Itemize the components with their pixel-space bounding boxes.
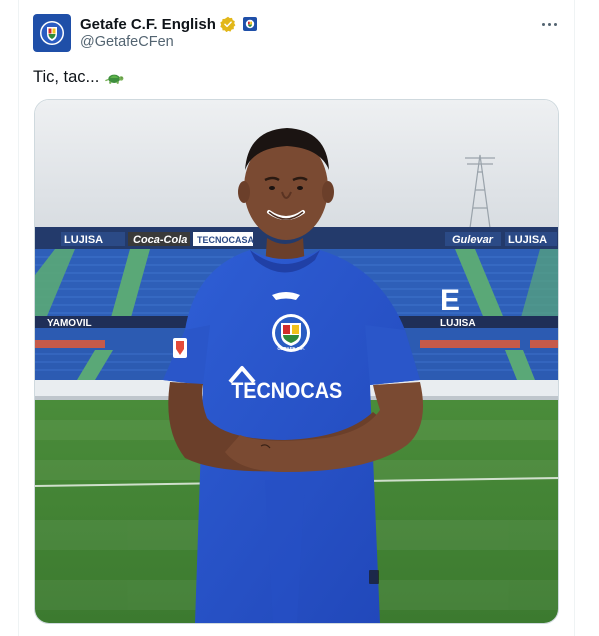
affiliate-crest-icon xyxy=(245,19,255,29)
shirt-sponsor: TECNOCAS xyxy=(231,379,342,403)
more-dot-icon xyxy=(553,22,557,26)
tweet-text: Tic, tac... xyxy=(33,68,125,87)
getafe-affiliate-badge-icon[interactable] xyxy=(242,17,257,31)
gold-verified-check-icon xyxy=(220,16,236,32)
sign-lujisa-2: LUJISA xyxy=(508,234,547,246)
sign-coca-cola: Coca-Cola xyxy=(133,234,187,246)
sign-lujisa-3: LUJISA xyxy=(440,318,476,329)
seat-letter: E xyxy=(440,284,460,317)
display-name[interactable]: Getafe C.F. English xyxy=(80,16,216,33)
sign-yamovil: YAMOVIL xyxy=(47,318,92,329)
author-handle[interactable]: @GetafeCFen xyxy=(80,34,174,50)
timeline-border-left xyxy=(18,0,19,636)
more-dot-icon xyxy=(547,22,551,26)
avatar[interactable] xyxy=(33,14,71,52)
crest-text: GETAFE C.F. xyxy=(277,346,304,351)
more-options-button[interactable] xyxy=(536,14,562,34)
sign-gulevar: Gulevar xyxy=(452,234,494,246)
tweet-page: Getafe C.F. English @GetafeCFen Tic, tac… xyxy=(0,0,599,636)
player-photo: LUJISA Coca-Cola TECNOCASA Gulevar LUJIS… xyxy=(35,100,558,623)
timeline-border-right xyxy=(574,0,575,636)
more-dot-icon xyxy=(541,22,545,26)
shirt-crest: GETAFE C.F. xyxy=(272,314,310,352)
turtle-icon xyxy=(105,74,124,84)
author-name-row: Getafe C.F. English xyxy=(80,14,257,34)
sign-lujisa-1: LUJISA xyxy=(64,234,103,246)
getafe-crest-icon xyxy=(40,21,64,45)
sign-tecnocasa: TECNOCASA xyxy=(197,235,255,245)
tweet-media-photo[interactable]: LUJISA Coca-Cola TECNOCASA Gulevar LUJIS… xyxy=(34,99,559,624)
tweet-text-content: Tic, tac... xyxy=(33,68,100,86)
